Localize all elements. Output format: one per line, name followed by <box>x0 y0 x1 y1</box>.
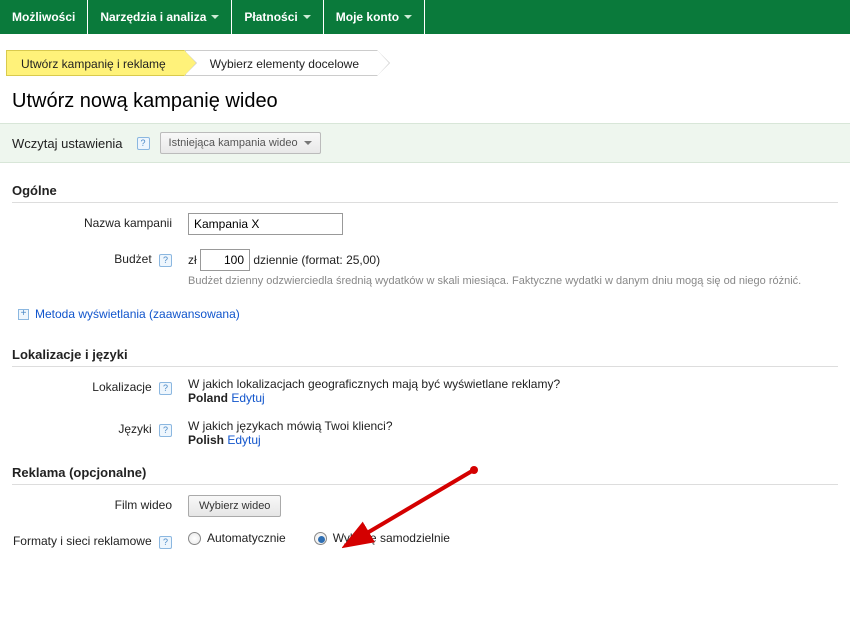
locations-edit-link[interactable]: Edytuj <box>231 391 264 405</box>
wizard-step-targeting[interactable]: Wybierz elementy docelowe <box>185 50 378 76</box>
nav-tools[interactable]: Narzędzia i analiza <box>88 0 232 34</box>
wizard-step-create[interactable]: Utwórz kampanię i reklamę <box>6 50 185 76</box>
nav-account[interactable]: Moje konto <box>324 0 425 34</box>
languages-label: Języki <box>118 422 151 436</box>
languages-edit-link[interactable]: Edytuj <box>227 433 260 447</box>
plus-icon: + <box>18 309 29 320</box>
section-locations: Lokalizacje i języki <box>12 347 838 367</box>
campaign-name-label: Nazwa kampanii <box>12 213 188 230</box>
help-icon[interactable]: ? <box>159 382 172 395</box>
budget-suffix: dziennie (format: 25,00) <box>253 253 380 267</box>
locations-question: W jakich lokalizacjach geograficznych ma… <box>188 377 838 391</box>
choose-video-button[interactable]: Wybierz wideo <box>188 495 281 517</box>
wizard-step-label: Utwórz kampanię i reklamę <box>21 57 166 71</box>
load-settings-bar: Wczytaj ustawienia ? Istniejąca kampania… <box>0 123 850 163</box>
chevron-down-icon <box>211 15 219 19</box>
formats-auto-label: Automatycznie <box>207 531 286 545</box>
nav-label: Narzędzia i analiza <box>100 10 206 24</box>
section-general: Ogólne <box>12 183 838 203</box>
nav-label: Możliwości <box>12 10 75 24</box>
page-title: Utwórz nową kampanię wideo <box>12 90 850 113</box>
radio-icon <box>314 532 327 545</box>
row-formats: Formaty i sieci reklamowe ? Automatyczni… <box>12 531 838 549</box>
budget-label: Budżet <box>114 252 151 266</box>
form-content: Ogólne Nazwa kampanii Budżet ? zł dzienn… <box>0 163 850 583</box>
nav-label: Płatności <box>244 10 297 24</box>
budget-hint: Budżet dzienny odzwierciedla średnią wyd… <box>188 275 838 287</box>
formats-manual-label: Wybiorę samodzielnie <box>333 531 450 545</box>
delivery-method-label: Metoda wyświetlania (zaawansowana) <box>35 307 240 321</box>
wizard-step-label: Wybierz elementy docelowe <box>210 57 359 71</box>
chevron-down-icon <box>304 141 312 145</box>
existing-campaign-dropdown[interactable]: Istniejąca kampania wideo <box>160 132 321 154</box>
row-locations: Lokalizacje ? W jakich lokalizacjach geo… <box>12 377 838 405</box>
row-budget: Budżet ? zł dziennie (format: 25,00) Bud… <box>12 249 838 287</box>
budget-input[interactable] <box>200 249 250 271</box>
formats-label: Formaty i sieci reklamowe <box>13 534 152 548</box>
nav-opportunities[interactable]: Możliwości <box>0 0 88 34</box>
formats-manual-option[interactable]: Wybiorę samodzielnie <box>314 531 450 545</box>
help-icon[interactable]: ? <box>159 536 172 549</box>
row-languages: Języki ? W jakich językach mówią Twoi kl… <box>12 419 838 447</box>
delivery-method-expander[interactable]: + Metoda wyświetlania (zaawansowana) <box>18 307 240 321</box>
video-label: Film wideo <box>12 495 188 512</box>
chevron-down-icon <box>404 15 412 19</box>
languages-question: W jakich językach mówią Twoi klienci? <box>188 419 838 433</box>
locations-value: Poland <box>188 391 228 405</box>
help-icon[interactable]: ? <box>159 424 172 437</box>
top-nav: Możliwości Narzędzia i analiza Płatności… <box>0 0 850 34</box>
formats-auto-option[interactable]: Automatycznie <box>188 531 286 545</box>
row-campaign-name: Nazwa kampanii <box>12 213 838 235</box>
currency-label: zł <box>188 253 197 267</box>
languages-value: Polish <box>188 433 224 447</box>
campaign-name-input[interactable] <box>188 213 343 235</box>
radio-icon <box>188 532 201 545</box>
section-ad: Reklama (opcjonalne) <box>12 465 838 485</box>
chevron-down-icon <box>303 15 311 19</box>
dropdown-label: Istniejąca kampania wideo <box>169 137 298 149</box>
nav-label: Moje konto <box>336 10 399 24</box>
help-icon[interactable]: ? <box>159 254 172 267</box>
help-icon[interactable]: ? <box>137 137 150 150</box>
locations-label: Lokalizacje <box>92 380 151 394</box>
load-settings-label: Wczytaj ustawienia <box>12 136 123 151</box>
row-video: Film wideo Wybierz wideo <box>12 495 838 517</box>
nav-billing[interactable]: Płatności <box>232 0 323 34</box>
wizard-steps: Utwórz kampanię i reklamę Wybierz elemen… <box>6 50 850 76</box>
